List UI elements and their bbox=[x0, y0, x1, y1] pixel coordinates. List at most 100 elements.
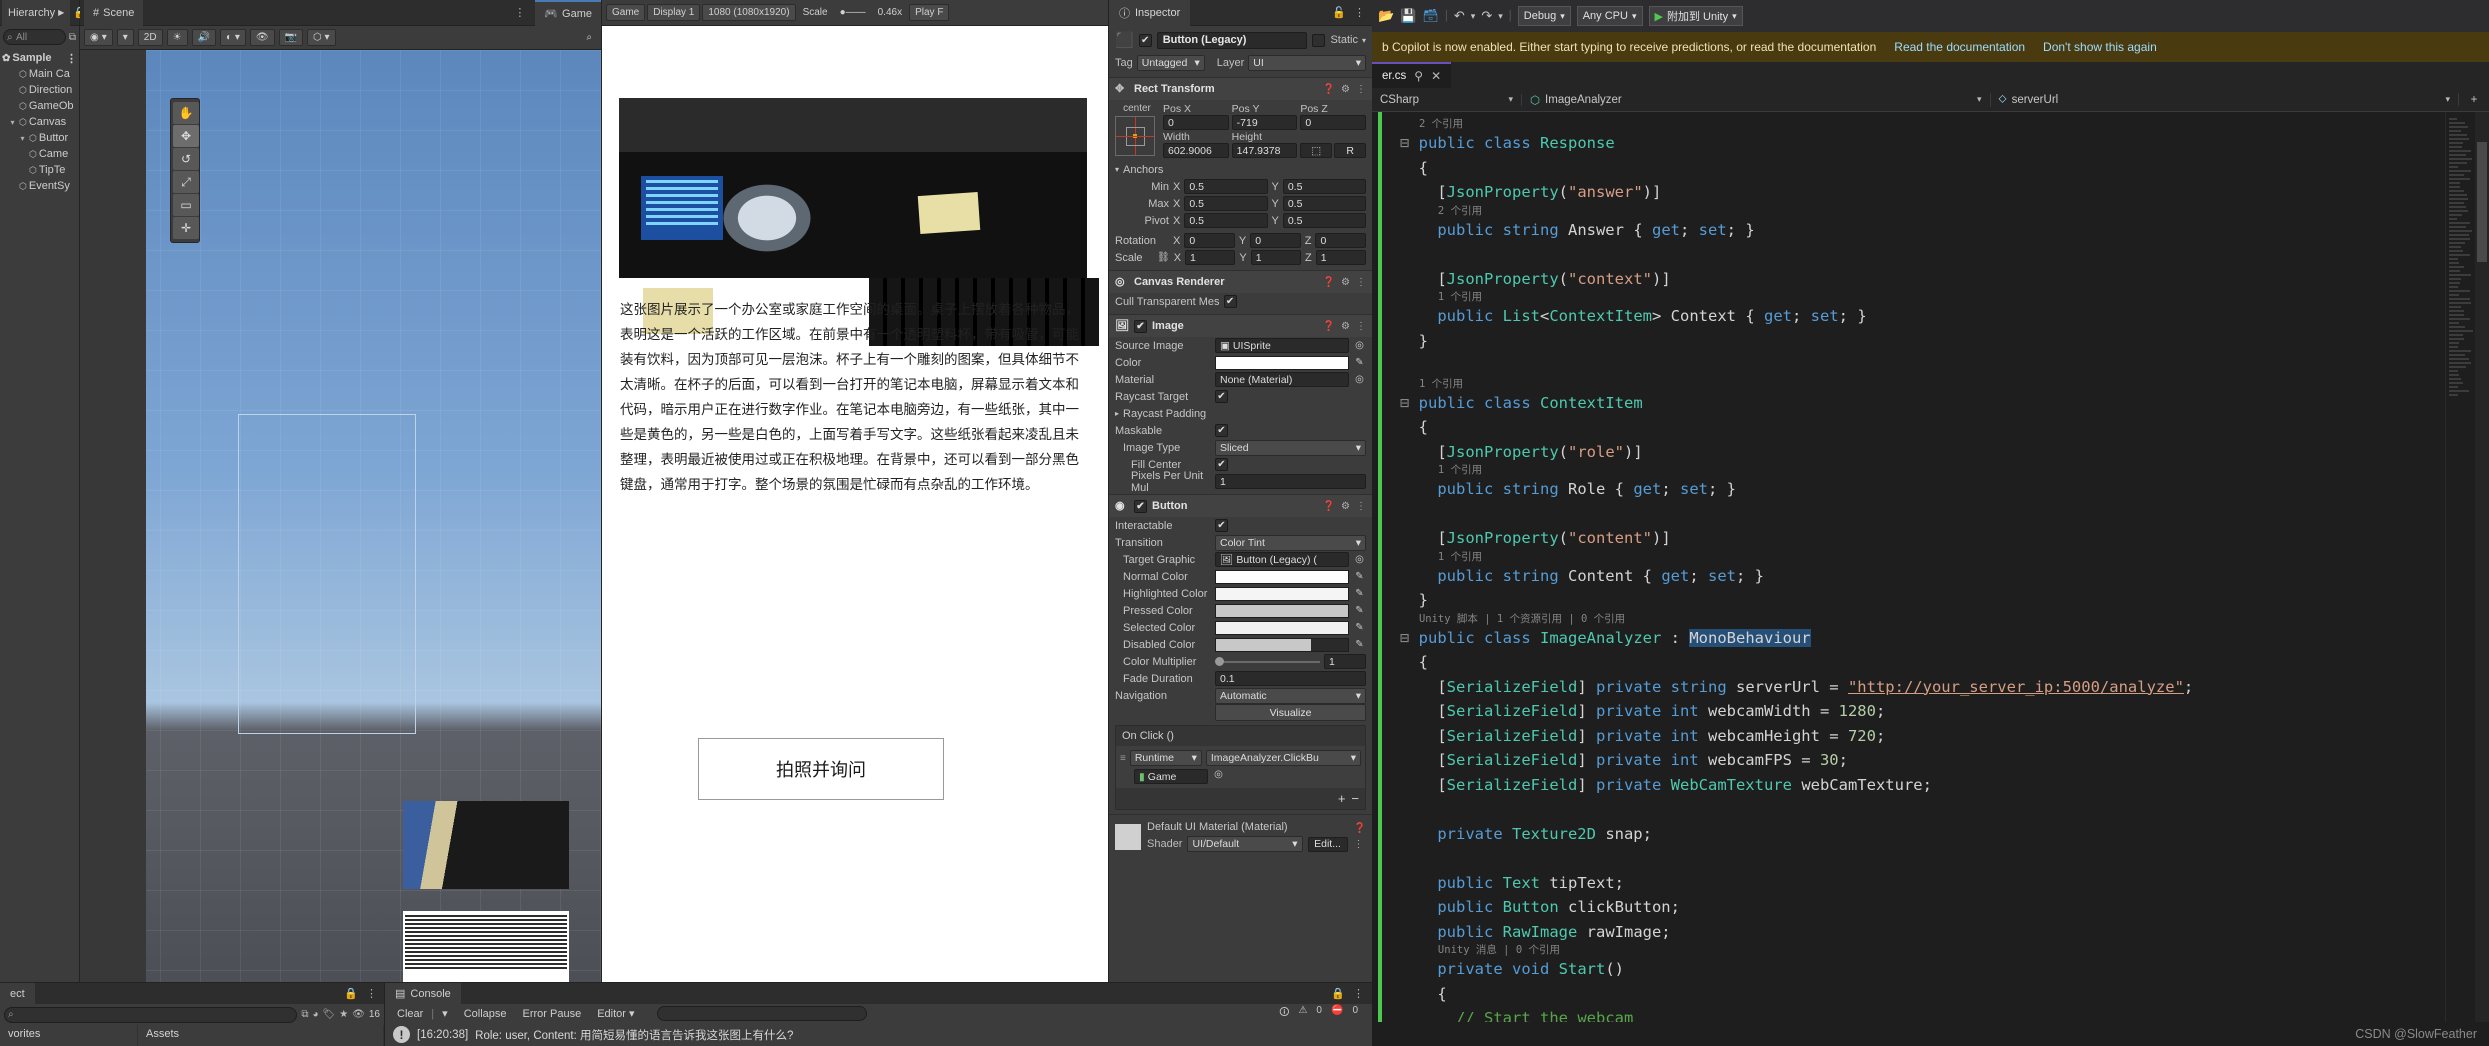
event-runtime-dropdown[interactable]: Runtime ▾ bbox=[1130, 750, 1202, 766]
vs-code-text[interactable]: 2 个引用 ⊟ public class Response { [JsonProp… bbox=[1390, 112, 2445, 1022]
tab-hierarchy[interactable]: Hierarchy ▶ bbox=[2, 0, 70, 26]
eyedropper-icon[interactable]: ✎ bbox=[1353, 639, 1366, 650]
vs-minimap[interactable] bbox=[2445, 112, 2475, 1022]
vs-vertical-scrollbar[interactable] bbox=[2475, 112, 2489, 1022]
preset-icon[interactable]: ⚙ bbox=[1341, 321, 1350, 332]
game-view-dropdown[interactable]: Game bbox=[606, 4, 645, 21]
scale-x-field[interactable]: 1 bbox=[1185, 250, 1235, 265]
tag-dropdown[interactable]: Untagged ▾ bbox=[1137, 55, 1205, 71]
kebab-menu-icon[interactable]: ⋮ bbox=[514, 6, 531, 19]
console-search-input[interactable] bbox=[657, 1006, 867, 1021]
object-picker-icon[interactable]: ◎ bbox=[1212, 769, 1225, 784]
rotate-tool-icon[interactable]: ↺ bbox=[173, 148, 199, 170]
transform-tool-icon[interactable]: ✛ bbox=[173, 217, 199, 239]
kebab-menu-icon[interactable]: ⋮ bbox=[366, 987, 377, 1000]
static-dropdown[interactable]: Static ▾ bbox=[1330, 34, 1366, 46]
navigation-dropdown[interactable]: Automatic ▾ bbox=[1215, 688, 1366, 704]
width-field[interactable]: 602.9006 bbox=[1163, 143, 1229, 158]
scene-visibility-toggle[interactable]: 👁 bbox=[250, 29, 275, 46]
height-field[interactable]: 147.9378 bbox=[1232, 143, 1298, 158]
help-icon[interactable]: ❓ bbox=[1323, 277, 1335, 288]
fold-icon[interactable]: ⊟ bbox=[1400, 629, 1419, 647]
lock-icon[interactable]: 🔒 bbox=[1331, 987, 1345, 1000]
scrollbar-thumb[interactable] bbox=[2477, 142, 2487, 262]
raycast-padding-foldout[interactable]: ▸ Raycast Padding bbox=[1109, 405, 1372, 422]
normal-color-swatch[interactable] bbox=[1215, 570, 1349, 584]
lock-icon[interactable]: 🔒 bbox=[344, 987, 358, 1000]
nav-project-dropdown[interactable]: CSharp ▾ bbox=[1372, 94, 1522, 106]
platform-dropdown[interactable]: Any CPU ▾ bbox=[1577, 6, 1643, 26]
code-reference-hint[interactable]: 1 个引用 bbox=[1400, 378, 2445, 391]
kebab-menu-icon[interactable]: ⋮ bbox=[1356, 501, 1366, 512]
gameobject-name-field[interactable]: Button (Legacy) bbox=[1157, 32, 1308, 49]
shader-edit-button[interactable]: Edit... bbox=[1308, 837, 1348, 852]
target-graphic-field[interactable]: 🖼 Button (Legacy) ( bbox=[1215, 552, 1349, 567]
kebab-menu-icon[interactable]: ⋮ bbox=[1356, 321, 1366, 332]
fold-icon[interactable]: ⊟ bbox=[1400, 394, 1419, 412]
code-reference-hint[interactable]: Unity 脚本 | 1 个资源引用 | 0 个引用 bbox=[1400, 613, 2445, 626]
anchor-preset-widget[interactable]: center bbox=[1115, 103, 1159, 158]
preset-icon[interactable]: ⚙ bbox=[1341, 84, 1350, 95]
configuration-dropdown[interactable]: Debug ▾ bbox=[1518, 6, 1571, 26]
rect-transform-header[interactable]: ✥ Rect Transform ❓ ⚙ ⋮ bbox=[1109, 78, 1372, 100]
camera-settings-button[interactable]: 📷 bbox=[279, 29, 303, 46]
help-icon[interactable]: ❓ bbox=[1323, 84, 1335, 95]
object-picker-icon[interactable]: ◎ bbox=[1353, 340, 1366, 351]
nav-type-dropdown[interactable]: ⬡ ImageAnalyzer ▾ bbox=[1522, 93, 1991, 107]
tab-scene[interactable]: # Scene bbox=[84, 0, 143, 26]
static-checkbox[interactable] bbox=[1312, 34, 1325, 47]
redo-icon[interactable]: ↷ bbox=[1481, 8, 1492, 24]
rotation-y-field[interactable]: 0 bbox=[1250, 233, 1301, 248]
hierarchy-item-eventsy[interactable]: ⬡ EventSy bbox=[0, 178, 79, 194]
hierarchy-item-gameob[interactable]: ⬡ GameOb bbox=[0, 98, 79, 114]
code-reference-hint[interactable]: 2 个引用 bbox=[1400, 205, 2445, 218]
game-scale-slider[interactable]: ●—— bbox=[835, 4, 871, 21]
fold-icon[interactable]: ⊟ bbox=[1400, 134, 1419, 152]
code-reference-hint[interactable]: 2 个引用 bbox=[1400, 118, 2445, 131]
project-search-input[interactable] bbox=[4, 1007, 297, 1023]
kebab-menu-icon[interactable]: ⋮ bbox=[1353, 987, 1364, 1000]
redo-dropdown-icon[interactable]: ▾ bbox=[1498, 11, 1503, 22]
eyedropper-icon[interactable]: ✎ bbox=[1353, 571, 1366, 582]
disclosure-triangle-icon[interactable]: ▾ bbox=[8, 118, 17, 127]
scene-viewport[interactable]: ✋ ✥ ↺ ⤢ ▭ ✛ 拍照并询问 bbox=[80, 50, 601, 982]
close-icon[interactable]: ✕ bbox=[1431, 69, 1441, 83]
maskable-checkbox[interactable]: ✔ bbox=[1215, 424, 1228, 437]
preset-icon[interactable]: ⚙ bbox=[1341, 277, 1350, 288]
canvas-renderer-header[interactable]: ◎ Canvas Renderer ❓ ⚙ ⋮ bbox=[1109, 271, 1372, 293]
pos-x-field[interactable]: 0 bbox=[1163, 115, 1229, 130]
favorite-icon[interactable]: ★ bbox=[339, 1009, 348, 1020]
console-log-filter-icon[interactable]: 🛈 bbox=[1279, 1005, 1289, 1022]
color-multiplier-field[interactable]: 1 bbox=[1324, 654, 1366, 669]
undo-dropdown-icon[interactable]: ▾ bbox=[1471, 11, 1476, 22]
kebab-menu-icon[interactable]: ⋮ bbox=[1354, 6, 1365, 19]
pos-z-field[interactable]: 0 bbox=[1300, 115, 1366, 130]
pressed-color-swatch[interactable] bbox=[1215, 604, 1349, 618]
code-reference-hint[interactable]: 1 个引用 bbox=[1400, 291, 2445, 304]
save-icon[interactable]: 💾 bbox=[1400, 8, 1416, 24]
tab-inspector[interactable]: ⓘ Inspector bbox=[1109, 0, 1190, 26]
filter-type-icon[interactable]: ◕ bbox=[312, 1009, 318, 1020]
color-swatch[interactable] bbox=[1215, 356, 1349, 370]
console-error-filter-icon[interactable]: ⛔ bbox=[1331, 1005, 1343, 1022]
object-picker-icon[interactable]: ◎ bbox=[1353, 374, 1366, 385]
anchors-foldout[interactable]: ▾ Anchors bbox=[1109, 161, 1372, 178]
image-header[interactable]: 🖼 ✔ Image ❓ ⚙ ⋮ bbox=[1109, 315, 1372, 337]
read-documentation-link[interactable]: Read the documentation bbox=[1894, 40, 2025, 54]
hand-tool-icon[interactable]: ✋ bbox=[173, 102, 199, 124]
transition-dropdown[interactable]: Color Tint ▾ bbox=[1215, 535, 1366, 551]
anchor-min-y-field[interactable]: 0.5 bbox=[1283, 179, 1366, 194]
tab-console[interactable]: ▤ Console bbox=[385, 983, 461, 1004]
tab-project[interactable]: ect bbox=[0, 983, 35, 1004]
tab-imageanalyzer-cs[interactable]: er.cs ⚲ ✕ bbox=[1372, 62, 1451, 88]
visualize-button[interactable]: Visualize bbox=[1215, 704, 1366, 721]
console-clear-button[interactable]: Clear bbox=[389, 1008, 431, 1020]
button-enabled-checkbox[interactable]: ✔ bbox=[1134, 500, 1147, 513]
link-scale-icon[interactable]: ⛓ bbox=[1157, 252, 1170, 263]
scale-z-field[interactable]: 1 bbox=[1316, 250, 1366, 265]
pivot-x-field[interactable]: 0.5 bbox=[1184, 213, 1267, 228]
console-warning-filter-icon[interactable]: ⚠ bbox=[1298, 1005, 1307, 1022]
gameobject-enabled-checkbox[interactable]: ✔ bbox=[1139, 34, 1152, 47]
ppu-field[interactable]: 1 bbox=[1215, 474, 1366, 489]
fx-dropdown[interactable]: ◐ ▾ bbox=[220, 29, 246, 46]
